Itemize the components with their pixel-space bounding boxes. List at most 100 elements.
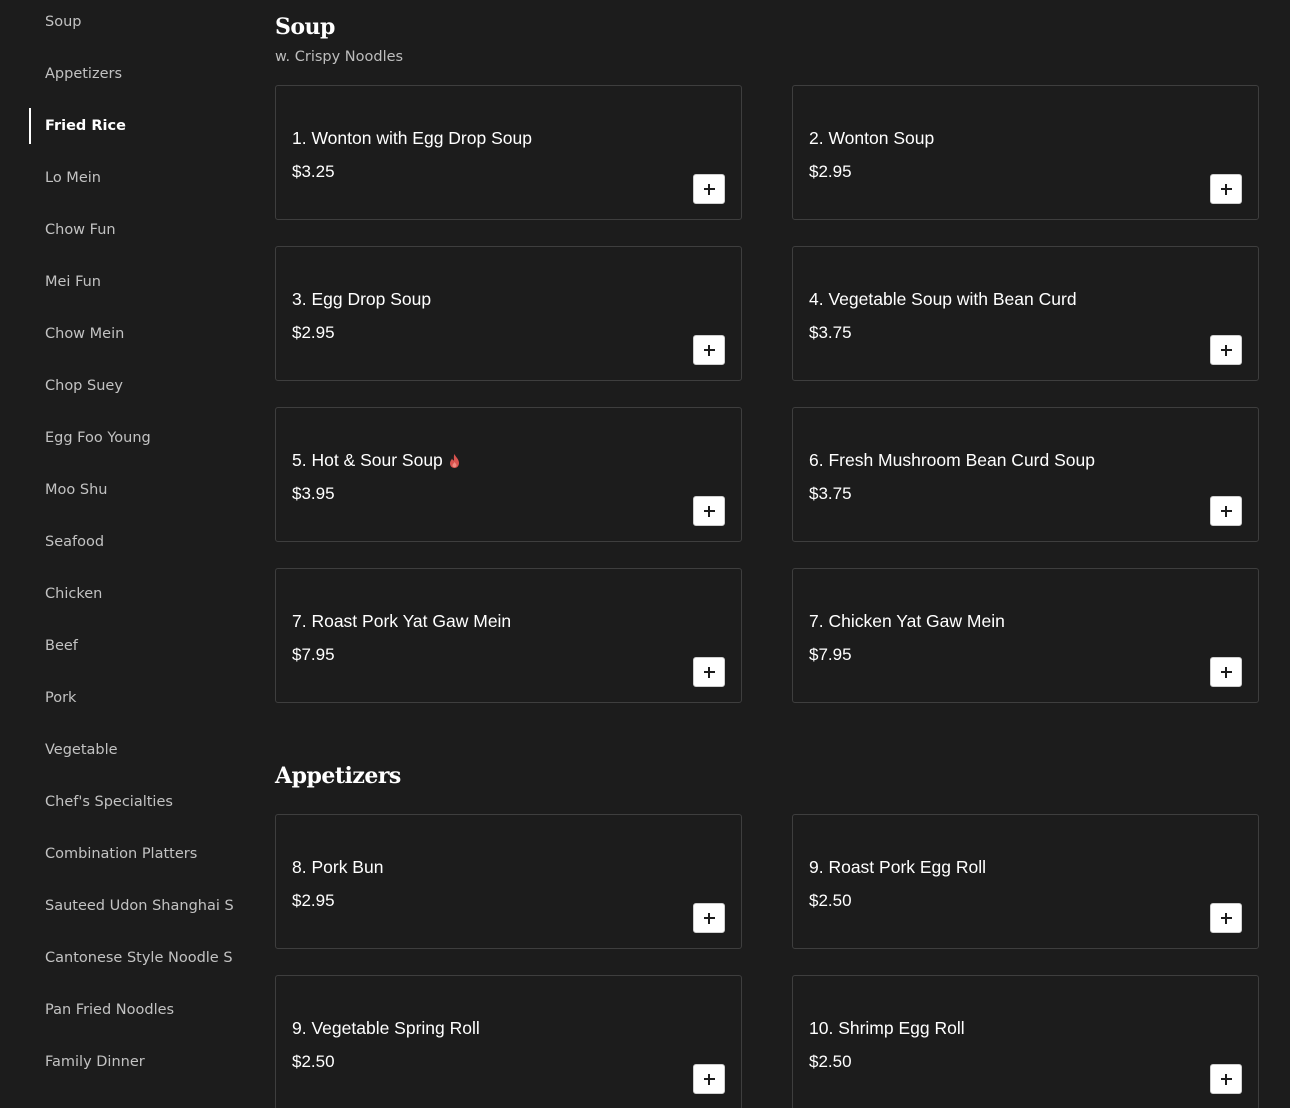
menu-item-card[interactable]: 1. Wonton with Egg Drop Soup $3.25 (275, 85, 742, 220)
plus-icon (1220, 183, 1232, 195)
add-to-cart-button[interactable] (693, 657, 725, 687)
sidebar-item-chef-s-specialties[interactable]: Chef's Specialties (29, 784, 244, 820)
plus-icon (703, 505, 715, 517)
menu-item-card[interactable]: 6. Fresh Mushroom Bean Curd Soup $3.75 (792, 407, 1259, 542)
menu-item-name-text: 7. Roast Pork Yat Gaw Mein (292, 611, 512, 631)
sidebar-item-appetizers[interactable]: Appetizers (29, 56, 244, 92)
sidebar-item-pan-fried-noodles[interactable]: Pan Fried Noodles (29, 992, 244, 1028)
add-to-cart-button[interactable] (1210, 903, 1242, 933)
plus-icon (703, 666, 715, 678)
menu-item-card[interactable]: 8. Pork Bun $2.95 (275, 814, 742, 949)
sidebar-item-pork[interactable]: Pork (29, 680, 244, 716)
sidebar-item-chop-suey[interactable]: Chop Suey (29, 368, 244, 404)
add-to-cart-button[interactable] (693, 174, 725, 204)
sidebar-item-mei-fun[interactable]: Mei Fun (29, 264, 244, 300)
plus-icon (703, 912, 715, 924)
menu-item-card[interactable]: 5. Hot & Sour Soup $3.95 (275, 407, 742, 542)
menu-item-price: $2.95 (809, 162, 852, 181)
menu-item-price: $7.95 (292, 645, 335, 664)
menu-item-name-text: 7. Chicken Yat Gaw Mein (809, 611, 1005, 631)
menu-item-name: 5. Hot & Sour Soup (292, 450, 460, 471)
add-to-cart-button[interactable] (1210, 657, 1242, 687)
menu-item-price: $2.50 (809, 891, 852, 910)
menu-item-name: 10. Shrimp Egg Roll (809, 1018, 965, 1039)
menu-item-price: $2.95 (292, 323, 335, 342)
menu-item-price: $7.95 (809, 645, 852, 664)
menu-item-name-text: 1. Wonton with Egg Drop Soup (292, 128, 532, 148)
plus-icon (1220, 505, 1232, 517)
menu-item-price: $3.95 (292, 484, 335, 503)
menu-item-name-text: 8. Pork Bun (292, 857, 384, 877)
menu-item-name: 9. Vegetable Spring Roll (292, 1018, 480, 1039)
add-to-cart-button[interactable] (693, 335, 725, 365)
menu-item-name-text: 5. Hot & Sour Soup (292, 450, 443, 470)
menu-item-name: 6. Fresh Mushroom Bean Curd Soup (809, 450, 1095, 471)
menu-item-name-text: 4. Vegetable Soup with Bean Curd (809, 289, 1077, 309)
section-title-soup: Soup (275, 14, 335, 40)
menu-item-card[interactable]: 10. Shrimp Egg Roll $2.50 (792, 975, 1259, 1108)
menu-item-card[interactable]: 2. Wonton Soup $2.95 (792, 85, 1259, 220)
menu-item-name: 7. Roast Pork Yat Gaw Mein (292, 611, 511, 632)
section-subtitle: w. Crispy Noodles (275, 49, 404, 65)
category-sidebar: Soup Appetizers Fried Rice Lo Mein Chow Fun M… (0, 0, 250, 1108)
sidebar-item-lo-mein[interactable]: Lo Mein (29, 160, 244, 196)
menu-item-name: 9. Roast Pork Egg Roll (809, 857, 986, 878)
menu-item-card[interactable]: 9. Vegetable Spring Roll $2.50 (275, 975, 742, 1108)
sidebar-item-fried-rice[interactable]: Fried Rice (29, 108, 244, 144)
add-to-cart-button[interactable] (1210, 335, 1242, 365)
add-to-cart-button[interactable] (693, 496, 725, 526)
menu-item-name: 8. Pork Bun (292, 857, 383, 878)
menu-item-price: $3.75 (809, 323, 852, 342)
menu-item-price: $2.50 (809, 1052, 852, 1071)
sidebar-item-chow-mein[interactable]: Chow Mein (29, 316, 244, 352)
menu-page: Soup Appetizers Fried Rice Lo Mein Chow Fun M… (0, 0, 1290, 1108)
menu-item-card[interactable]: 3. Egg Drop Soup $2.95 (275, 246, 742, 381)
menu-item-name-text: 9. Roast Pork Egg Roll (809, 857, 987, 877)
sidebar-item-seafood[interactable]: Seafood (29, 524, 244, 560)
menu-item-card[interactable]: 7. Chicken Yat Gaw Mein $7.95 (792, 568, 1259, 703)
menu-item-name-text: 10. Shrimp Egg Roll (809, 1018, 965, 1038)
add-to-cart-button[interactable] (1210, 174, 1242, 204)
plus-icon (1220, 912, 1232, 924)
add-to-cart-button[interactable] (1210, 1064, 1242, 1094)
menu-item-name: 1. Wonton with Egg Drop Soup (292, 128, 532, 149)
menu-item-name-text: 3. Egg Drop Soup (292, 289, 432, 309)
add-to-cart-button[interactable] (693, 903, 725, 933)
sidebar-item-soup[interactable]: Soup (29, 4, 244, 40)
sidebar-item-beef[interactable]: Beef (29, 628, 244, 664)
menu-main: Soup w. Crispy Noodles 1. Wonton with Egg … (275, 0, 1265, 1108)
menu-item-price: $3.75 (809, 484, 852, 503)
menu-item-price: $2.50 (292, 1052, 335, 1071)
plus-icon (1220, 666, 1232, 678)
menu-item-card[interactable]: 4. Vegetable Soup with Bean Curd $3.75 (792, 246, 1259, 381)
plus-icon (703, 344, 715, 356)
sidebar-item-combination-platters[interactable]: Combination Platters (29, 836, 244, 872)
menu-item-name-text: 9. Vegetable Spring Roll (292, 1018, 480, 1038)
menu-item-price: $2.95 (292, 891, 335, 910)
add-to-cart-button[interactable] (1210, 496, 1242, 526)
menu-item-name: 3. Egg Drop Soup (292, 289, 431, 310)
sidebar-item-chicken[interactable]: Chicken (29, 576, 244, 612)
plus-icon (1220, 344, 1232, 356)
add-to-cart-button[interactable] (693, 1064, 725, 1094)
sidebar-item-sauteed-udon-shanghai-s[interactable]: Sauteed Udon Shanghai S (29, 888, 244, 924)
section-title-appetizers: Appetizers (275, 763, 401, 789)
plus-icon (703, 183, 715, 195)
menu-item-card[interactable]: 9. Roast Pork Egg Roll $2.50 (792, 814, 1259, 949)
menu-item-price: $3.25 (292, 162, 335, 181)
menu-item-name: 4. Vegetable Soup with Bean Curd (809, 289, 1077, 310)
sidebar-item-chow-fun[interactable]: Chow Fun (29, 212, 244, 248)
menu-item-name-text: 2. Wonton Soup (809, 128, 935, 148)
menu-item-name: 2. Wonton Soup (809, 128, 934, 149)
sidebar-item-moo-shu[interactable]: Moo Shu (29, 472, 244, 508)
sidebar-item-family-dinner[interactable]: Family Dinner (29, 1044, 244, 1080)
plus-icon (703, 1073, 715, 1085)
flame-icon (449, 453, 459, 468)
plus-icon (1220, 1073, 1232, 1085)
menu-item-name-text: 6. Fresh Mushroom Bean Curd Soup (809, 450, 1095, 470)
sidebar-item-vegetable[interactable]: Vegetable (29, 732, 244, 768)
sidebar-item-egg-foo-young[interactable]: Egg Foo Young (29, 420, 244, 456)
menu-item-card[interactable]: 7. Roast Pork Yat Gaw Mein $7.95 (275, 568, 742, 703)
sidebar-item-cantonese-style-noodle-s[interactable]: Cantonese Style Noodle S (29, 940, 244, 976)
menu-item-name: 7. Chicken Yat Gaw Mein (809, 611, 1005, 632)
